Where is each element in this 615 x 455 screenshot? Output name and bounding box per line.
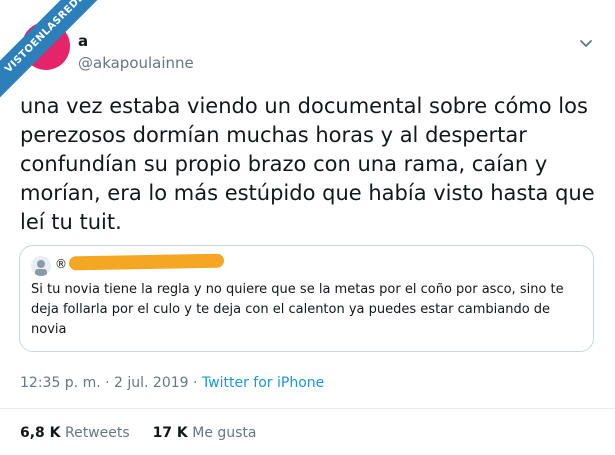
- quoted-tweet[interactable]: ® Si tu novia tiene la regla y no quiere…: [19, 245, 594, 352]
- likes-label[interactable]: Me gusta: [192, 425, 256, 441]
- chevron-down-icon[interactable]: [577, 34, 595, 52]
- tweet-text: una vez estaba viendo un documental sobr…: [20, 94, 595, 234]
- user-handle[interactable]: @akapoulainne: [78, 54, 194, 72]
- retweets-label[interactable]: Retweets: [65, 425, 130, 441]
- quoted-registered-mark: ®: [55, 257, 67, 271]
- tweet-meta: 12:35 p. m. · 2 jul. 2019 · Twitter for …: [20, 375, 324, 391]
- likes-count[interactable]: 17 K: [153, 425, 188, 441]
- tweet-card: VISTOENLASREDES a @akapoulainne una vez …: [0, 0, 615, 455]
- display-name[interactable]: a: [78, 32, 88, 50]
- timestamp[interactable]: 12:35 p. m. · 2 jul. 2019 ·: [20, 375, 202, 391]
- redaction-mark: [68, 253, 225, 271]
- divider: [0, 408, 615, 409]
- retweets-count[interactable]: 6,8 K: [20, 425, 61, 441]
- quoted-text: Si tu novia tiene la regla y no quiere q…: [31, 282, 564, 337]
- quoted-avatar: [31, 256, 51, 276]
- tweet-stats: 6,8 K Retweets 17 K Me gusta: [20, 425, 257, 441]
- source-link[interactable]: Twitter for iPhone: [202, 375, 324, 391]
